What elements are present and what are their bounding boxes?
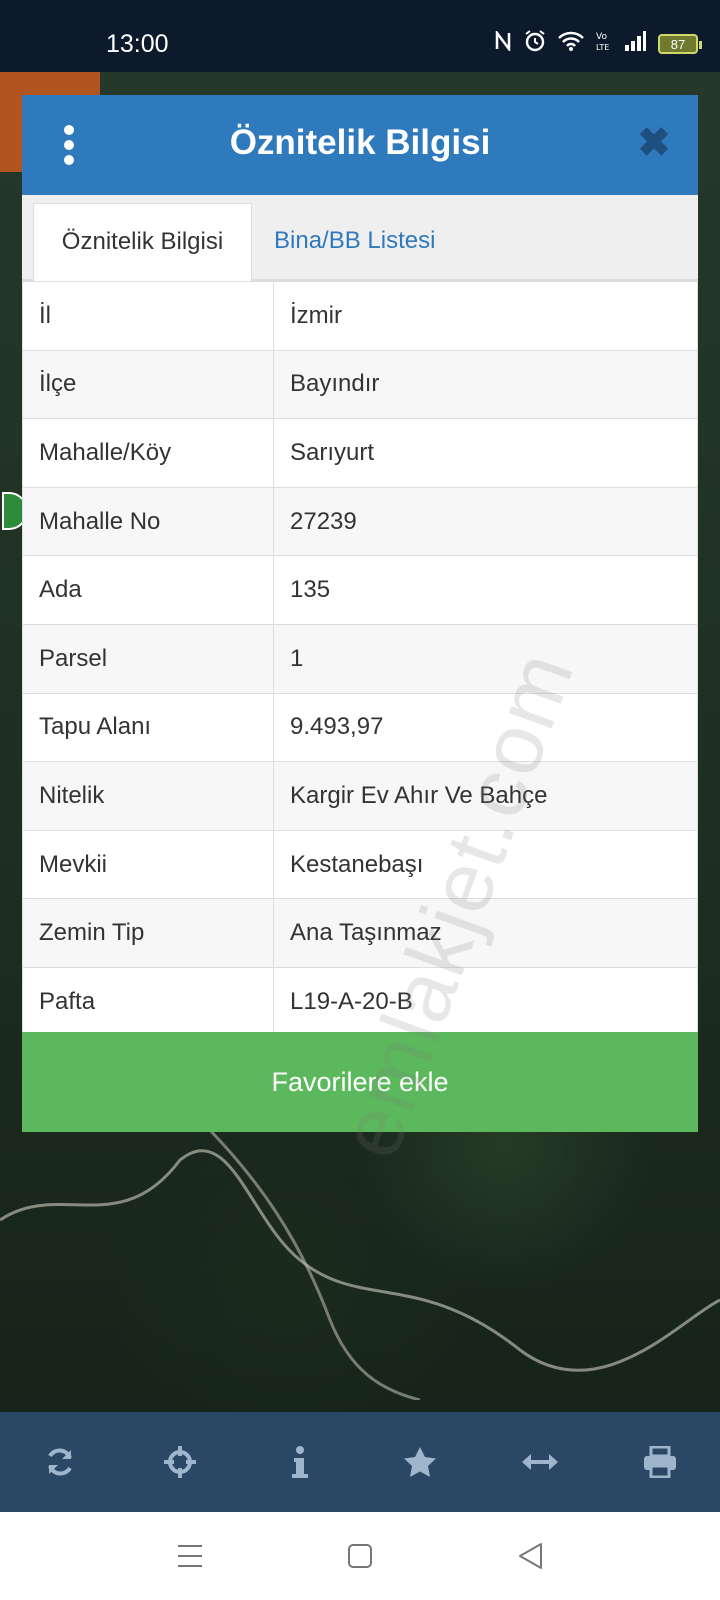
row-value: Ana Taşınmaz xyxy=(273,898,698,968)
close-icon[interactable]: ✖ xyxy=(634,123,674,163)
row-value: Bayındır xyxy=(273,349,698,420)
nfc-icon xyxy=(494,29,512,57)
status-time: 13:00 xyxy=(106,30,169,58)
attribute-table: İl İzmir İlçe Bayındır Mahalle/Köy Sarıy… xyxy=(22,281,698,1037)
svg-text:LTE: LTE xyxy=(596,43,609,52)
row-key: Ada xyxy=(22,555,274,625)
volte-icon: Vo LTE xyxy=(596,30,612,58)
dialog-header: Öznitelik Bilgisi ✖ xyxy=(22,95,698,195)
crosshair-icon[interactable] xyxy=(150,1432,210,1492)
row-value: Kargir Ev Ahır Ve Bahçe xyxy=(273,761,698,831)
system-nav-bar xyxy=(0,1512,720,1600)
signal-icon xyxy=(624,31,646,57)
tab-building-list[interactable]: Bina/BB Listesi xyxy=(256,203,453,281)
row-key: İl xyxy=(22,281,274,351)
dialog-title: Öznitelik Bilgisi xyxy=(229,123,491,162)
table-row: Nitelik Kargir Ev Ahır Ve Bahçe xyxy=(22,761,698,831)
refresh-icon[interactable] xyxy=(30,1432,90,1492)
row-value: Sarıyurt xyxy=(273,418,698,488)
row-value: Kestanebaşı xyxy=(273,829,698,900)
table-row: Mahalle/Köy Sarıyurt xyxy=(22,418,698,488)
row-key: Mevkii xyxy=(22,829,274,900)
table-row: Pafta L19-A-20-B xyxy=(22,966,698,1037)
attribute-dialog: Öznitelik Bilgisi ✖ Öznitelik Bilgisi Bi… xyxy=(22,95,698,1170)
tab-bar: Öznitelik Bilgisi Bina/BB Listesi xyxy=(22,195,698,281)
add-to-favorites-button[interactable]: Favorilere ekle xyxy=(22,1032,698,1132)
table-row: Tapu Alanı 9.493,97 xyxy=(22,692,698,763)
battery-indicator: 87 xyxy=(658,34,702,54)
tab-attribute-info[interactable]: Öznitelik Bilgisi xyxy=(33,203,252,281)
table-row: Mevkii Kestanebaşı xyxy=(22,829,698,900)
row-value: 9.493,97 xyxy=(273,692,698,763)
map-toolbar xyxy=(0,1412,720,1512)
row-key: Pafta xyxy=(22,966,274,1037)
star-icon[interactable] xyxy=(390,1432,450,1492)
info-icon[interactable] xyxy=(270,1432,330,1492)
alarm-icon xyxy=(524,30,546,58)
table-row: Ada 135 xyxy=(22,555,698,625)
table-row: Zemin Tip Ana Taşınmaz xyxy=(22,898,698,968)
table-row: İl İzmir xyxy=(22,281,698,351)
row-key: Mahalle/Köy xyxy=(22,418,274,488)
home-icon[interactable] xyxy=(340,1536,380,1576)
row-key: İlçe xyxy=(22,349,274,420)
recent-apps-icon[interactable] xyxy=(170,1536,210,1576)
print-icon[interactable] xyxy=(630,1432,690,1492)
table-row: Parsel 1 xyxy=(22,623,698,694)
row-value: 1 xyxy=(273,623,698,694)
status-icons: Vo LTE 87 xyxy=(494,29,702,58)
back-icon[interactable] xyxy=(510,1536,550,1576)
map-roads xyxy=(0,1120,720,1400)
row-value: İzmir xyxy=(273,281,698,351)
row-key: Tapu Alanı xyxy=(22,692,274,763)
row-value: 135 xyxy=(273,555,698,625)
row-value: 27239 xyxy=(273,486,698,557)
table-row: Mahalle No 27239 xyxy=(22,486,698,557)
row-key: Zemin Tip xyxy=(22,898,274,968)
row-key: Nitelik xyxy=(22,761,274,831)
table-row: İlçe Bayındır xyxy=(22,349,698,420)
row-key: Parsel xyxy=(22,623,274,694)
row-key: Mahalle No xyxy=(22,486,274,557)
row-value: L19-A-20-B xyxy=(273,966,698,1037)
wifi-icon xyxy=(558,31,584,57)
svg-text:Vo: Vo xyxy=(596,32,607,42)
measure-icon[interactable] xyxy=(510,1432,570,1492)
